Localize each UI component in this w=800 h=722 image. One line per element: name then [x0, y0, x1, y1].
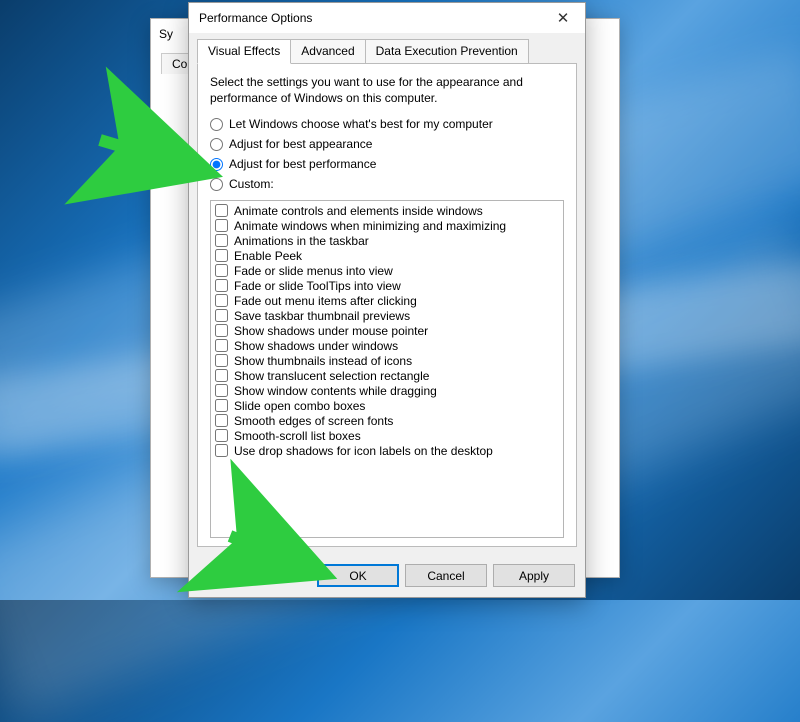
- list-item[interactable]: Animations in the taskbar: [215, 233, 559, 248]
- apply-button[interactable]: Apply: [493, 564, 575, 587]
- checkbox-label: Enable Peek: [234, 249, 302, 263]
- radio-input[interactable]: [210, 178, 223, 191]
- list-item[interactable]: Show thumbnails instead of icons: [215, 353, 559, 368]
- list-item[interactable]: Save taskbar thumbnail previews: [215, 308, 559, 323]
- list-item[interactable]: Fade out menu items after clicking: [215, 293, 559, 308]
- list-item[interactable]: Show translucent selection rectangle: [215, 368, 559, 383]
- radio-label: Adjust for best performance: [229, 157, 376, 171]
- list-item[interactable]: Show shadows under windows: [215, 338, 559, 353]
- checkbox-label: Smooth edges of screen fonts: [234, 414, 393, 428]
- list-item[interactable]: Smooth-scroll list boxes: [215, 428, 559, 443]
- radio-label: Let Windows choose what's best for my co…: [229, 117, 493, 131]
- tabstrip: Visual Effects Advanced Data Execution P…: [189, 33, 585, 64]
- checkbox-input[interactable]: [215, 279, 228, 292]
- list-item[interactable]: Slide open combo boxes: [215, 398, 559, 413]
- checkbox-label: Show thumbnails instead of icons: [234, 354, 412, 368]
- checkbox-input[interactable]: [215, 324, 228, 337]
- tab-dep[interactable]: Data Execution Prevention: [365, 39, 529, 64]
- tab-advanced[interactable]: Advanced: [290, 39, 365, 64]
- list-item[interactable]: Animate windows when minimizing and maxi…: [215, 218, 559, 233]
- radio-best-performance[interactable]: Adjust for best performance: [210, 157, 564, 171]
- checkbox-label: Slide open combo boxes: [234, 399, 365, 413]
- radio-label: Adjust for best appearance: [229, 137, 372, 151]
- checkbox-input[interactable]: [215, 309, 228, 322]
- list-item[interactable]: Use drop shadows for icon labels on the …: [215, 443, 559, 458]
- list-item[interactable]: Show window contents while dragging: [215, 383, 559, 398]
- panel-description: Select the settings you want to use for …: [210, 74, 564, 106]
- checkbox-input[interactable]: [215, 204, 228, 217]
- checkbox-label: Show translucent selection rectangle: [234, 369, 429, 383]
- radio-best-appearance[interactable]: Adjust for best appearance: [210, 137, 564, 151]
- checkbox-label: Smooth-scroll list boxes: [234, 429, 361, 443]
- checkbox-input[interactable]: [215, 219, 228, 232]
- visual-effects-checklist[interactable]: Animate controls and elements inside win…: [210, 200, 564, 538]
- radio-input[interactable]: [210, 138, 223, 151]
- performance-options-dialog: Performance Options ✕ Visual Effects Adv…: [188, 2, 586, 598]
- checkbox-label: Fade out menu items after clicking: [234, 294, 417, 308]
- close-button[interactable]: ✕: [541, 3, 585, 33]
- checkbox-input[interactable]: [215, 249, 228, 262]
- radio-label: Custom:: [229, 177, 274, 191]
- list-item[interactable]: Animate controls and elements inside win…: [215, 203, 559, 218]
- checkbox-label: Use drop shadows for icon labels on the …: [234, 444, 493, 458]
- checkbox-label: Animations in the taskbar: [234, 234, 369, 248]
- cancel-button[interactable]: Cancel: [405, 564, 487, 587]
- radio-input[interactable]: [210, 158, 223, 171]
- checkbox-input[interactable]: [215, 234, 228, 247]
- checkbox-input[interactable]: [215, 429, 228, 442]
- list-item[interactable]: Enable Peek: [215, 248, 559, 263]
- checkbox-label: Fade or slide menus into view: [234, 264, 393, 278]
- radio-let-windows-choose[interactable]: Let Windows choose what's best for my co…: [210, 117, 564, 131]
- checkbox-input[interactable]: [215, 354, 228, 367]
- checkbox-input[interactable]: [215, 294, 228, 307]
- radio-custom[interactable]: Custom:: [210, 177, 564, 191]
- close-icon: ✕: [557, 9, 570, 27]
- list-item[interactable]: Show shadows under mouse pointer: [215, 323, 559, 338]
- ok-button[interactable]: OK: [317, 564, 399, 587]
- list-item[interactable]: Fade or slide menus into view: [215, 263, 559, 278]
- checkbox-input[interactable]: [215, 339, 228, 352]
- checkbox-label: Fade or slide ToolTips into view: [234, 279, 401, 293]
- checkbox-label: Show shadows under mouse pointer: [234, 324, 428, 338]
- dialog-button-row: OK Cancel Apply: [189, 556, 585, 597]
- dialog-title: Performance Options: [199, 11, 312, 25]
- checkbox-label: Save taskbar thumbnail previews: [234, 309, 410, 323]
- list-item[interactable]: Smooth edges of screen fonts: [215, 413, 559, 428]
- checkbox-label: Animate controls and elements inside win…: [234, 204, 483, 218]
- list-item[interactable]: Fade or slide ToolTips into view: [215, 278, 559, 293]
- checkbox-input[interactable]: [215, 384, 228, 397]
- checkbox-input[interactable]: [215, 444, 228, 457]
- checkbox-label: Show shadows under windows: [234, 339, 398, 353]
- checkbox-input[interactable]: [215, 264, 228, 277]
- checkbox-input[interactable]: [215, 399, 228, 412]
- checkbox-label: Animate windows when minimizing and maxi…: [234, 219, 506, 233]
- checkbox-label: Show window contents while dragging: [234, 384, 437, 398]
- window-title-partial: Sy: [159, 27, 173, 41]
- tab-visual-effects[interactable]: Visual Effects: [197, 39, 291, 64]
- radio-input[interactable]: [210, 118, 223, 131]
- checkbox-input[interactable]: [215, 414, 228, 427]
- tab-panel-visual-effects: Select the settings you want to use for …: [197, 63, 577, 547]
- dialog-titlebar: Performance Options ✕: [189, 3, 585, 33]
- checkbox-input[interactable]: [215, 369, 228, 382]
